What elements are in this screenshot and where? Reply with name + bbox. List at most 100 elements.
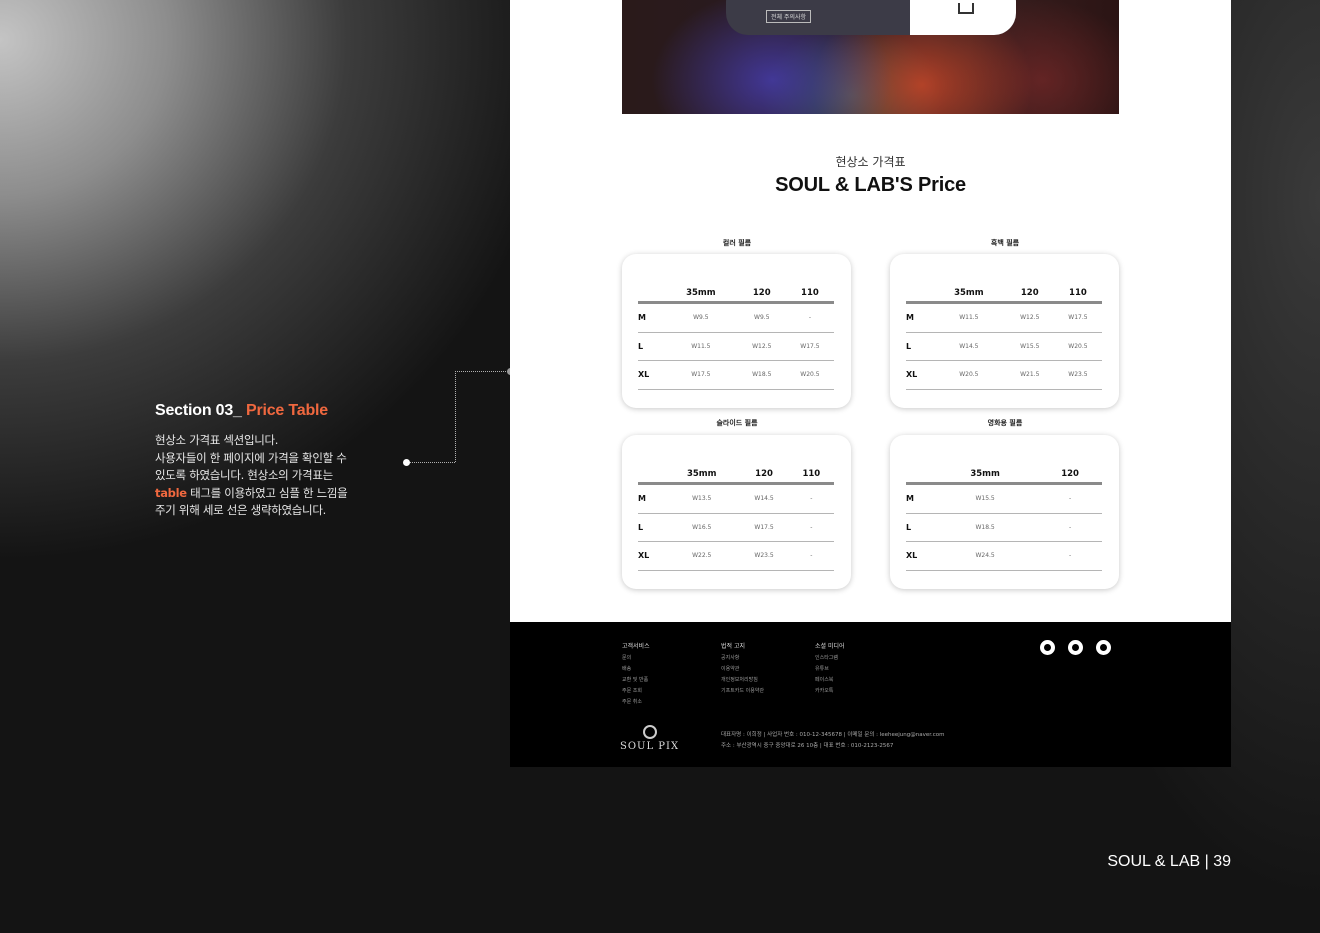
- table-label: 슬라이드 필름: [716, 419, 758, 427]
- social-icons: [1040, 640, 1124, 659]
- column-header: 35mm: [932, 287, 1006, 304]
- size-cell: XL: [638, 541, 664, 571]
- table-label: 흑백 필름: [990, 239, 1020, 247]
- facebook-icon[interactable]: [1096, 640, 1111, 655]
- annotation-line: 사용자들이 한 페이지에 가격을 확인할 수: [155, 450, 347, 465]
- price-cell: W20.5: [932, 360, 1006, 390]
- price-cell: W12.5: [737, 332, 786, 361]
- footer-link[interactable]: 인스타그램: [815, 653, 845, 664]
- price-cell: W11.5: [932, 302, 1006, 333]
- footer-col-customer-service: 고객서비스 문의 배송 교환 및 반품 주문 조회 주문 취소: [622, 641, 650, 708]
- price-table: 35mm 120 M W15.5- L W18.5- XL W24.5-: [906, 468, 1102, 571]
- price-cell: W18.5: [737, 360, 786, 390]
- table-label: 영화용 필름: [987, 419, 1023, 427]
- price-card: 35mm 120 110 M W13.5 W14.5- L W16.5 W17.5- XL W22.…: [622, 435, 851, 589]
- price-card: 35mm 120 M W15.5- L W18.5- XL W24.5-: [890, 435, 1119, 589]
- hero-card-right: [910, 0, 1016, 35]
- annotation-line: 현상소 가격표 섹션입니다.: [155, 433, 279, 447]
- price-cell: W11.5: [664, 332, 738, 361]
- footer-link[interactable]: 유튜브: [815, 664, 845, 675]
- annotation-line: 주기 위해 세로 선은 생략하였습니다.: [155, 503, 326, 517]
- footer-link[interactable]: 페이스북: [815, 675, 845, 686]
- annotation-body: 현상소 가격표 섹션입니다. 사용자들이 한 페이지에 가격을 확인할 수 있도…: [155, 432, 415, 520]
- price-cell: -: [1038, 483, 1102, 514]
- footer-link[interactable]: 주문 조회: [622, 686, 650, 697]
- table-row: L W16.5 W17.5-: [638, 513, 834, 542]
- price-title: SOUL & LAB'S Price: [775, 174, 966, 196]
- price-cell: W17.5: [1053, 302, 1102, 333]
- table-row: M W11.5 W12.5 W17.5: [906, 302, 1102, 333]
- table-row: L W18.5-: [906, 513, 1102, 542]
- footer-link[interactable]: 기프트카드 이용약관: [721, 686, 764, 697]
- annotation-title: Section 03_ Price Table: [155, 402, 415, 420]
- price-cell: W23.5: [1053, 360, 1102, 390]
- header-cell-empty: [906, 287, 932, 304]
- price-table: 35mm 120 110 M W13.5 W14.5- L W16.5 W17.5- XL W22.…: [638, 468, 834, 571]
- annotation-title-accent: Price Table: [245, 402, 328, 419]
- notice-button[interactable]: 전체 주의사항: [766, 10, 812, 23]
- brand-name: SOUL PIX: [620, 741, 680, 752]
- price-cell: W21.5: [1005, 360, 1054, 390]
- price-cell: W17.5: [785, 332, 834, 361]
- table-row: L W14.5 W15.5 W20.5: [906, 332, 1102, 361]
- footer-heading: 법적 고지: [721, 643, 745, 650]
- column-header: 120: [739, 468, 789, 485]
- price-table: 35mm 120 110 M W9.5 W9.5- L W11.5 W12.5 W17.5 XL W1…: [638, 287, 834, 390]
- annotation-line-rest: 태그를 이용하였고 심플 한 느낌을: [186, 485, 348, 500]
- size-cell: M: [906, 483, 932, 514]
- hero-card: 전체 주의사항: [726, 0, 1016, 35]
- footer-heading: 고객서비스: [622, 643, 650, 650]
- table-row: M W15.5-: [906, 483, 1102, 514]
- footer-link[interactable]: 카카오톡: [815, 686, 845, 697]
- annotation-line: 있도록 하였습니다. 현상소의 가격표는: [155, 468, 333, 482]
- instagram-icon[interactable]: [1040, 640, 1055, 655]
- size-cell: L: [638, 513, 664, 542]
- youtube-icon[interactable]: [1068, 640, 1083, 655]
- price-cell: W9.5: [664, 302, 738, 333]
- price-cell: -: [788, 541, 834, 571]
- annotation-line: table 태그를 이용하였고 심플 한 느낌을: [155, 485, 415, 503]
- footer-col-legal: 법적 고지 공지사항 이용약관 개인정보처리방침 기프트카드 이용약관: [721, 641, 764, 697]
- price-table: 35mm 120 110 M W11.5 W12.5 W17.5 L W14.5 W15.5 W20…: [906, 287, 1102, 390]
- price-cell: W18.5: [932, 513, 1039, 542]
- footer-link[interactable]: 공지사항: [721, 653, 764, 664]
- size-cell: XL: [906, 360, 932, 390]
- price-cell: W20.5: [785, 360, 834, 390]
- price-cell: W15.5: [932, 483, 1039, 514]
- price-cell: W9.5: [737, 302, 786, 333]
- header-cell-empty: [906, 468, 932, 485]
- footer-link[interactable]: 주문 취소: [622, 697, 650, 708]
- price-cell: W17.5: [739, 513, 789, 542]
- footer-link[interactable]: 개인정보처리방침: [721, 675, 764, 686]
- column-header: 120: [1005, 287, 1054, 304]
- size-cell: XL: [638, 360, 664, 390]
- table-row: XL W24.5-: [906, 541, 1102, 571]
- website-mockup: 전체 주의사항 현상소 가격표 SOUL & LAB'S Price 컬러 필름…: [510, 0, 1231, 767]
- connector-line-top: [455, 371, 508, 372]
- price-cell: W12.5: [1005, 302, 1054, 333]
- footer-link[interactable]: 교환 및 반품: [622, 675, 650, 686]
- footer-link[interactable]: 배송: [622, 664, 650, 675]
- footer-link[interactable]: 이용약관: [721, 664, 764, 675]
- price-cell: W17.5: [664, 360, 738, 390]
- table-row: M W9.5 W9.5-: [638, 302, 834, 333]
- price-cell: W15.5: [1005, 332, 1054, 361]
- column-header: 35mm: [664, 468, 740, 485]
- price-cell: -: [1038, 513, 1102, 542]
- price-card: 35mm 120 110 M W9.5 W9.5- L W11.5 W12.5 W17.5 XL W1…: [622, 254, 851, 408]
- table-row: M W13.5 W14.5-: [638, 483, 834, 514]
- size-cell: L: [906, 513, 932, 542]
- table-row: XL W20.5 W21.5 W23.5: [906, 360, 1102, 390]
- price-cell: W22.5: [664, 541, 740, 571]
- size-cell: M: [638, 483, 664, 514]
- table-row: L W11.5 W12.5 W17.5: [638, 332, 834, 361]
- company-info-line: 주소 : 부산광역시 중구 중앙대로 26 10층 | 대표 번호 : 010-…: [721, 743, 894, 749]
- size-cell: M: [638, 302, 664, 333]
- price-cell: W23.5: [739, 541, 789, 571]
- price-cell: W13.5: [664, 483, 740, 514]
- footer-link[interactable]: 문의: [622, 653, 650, 664]
- size-cell: L: [906, 332, 932, 361]
- price-cell: W20.5: [1053, 332, 1102, 361]
- column-header: 110: [785, 287, 834, 304]
- column-header: 35mm: [664, 287, 738, 304]
